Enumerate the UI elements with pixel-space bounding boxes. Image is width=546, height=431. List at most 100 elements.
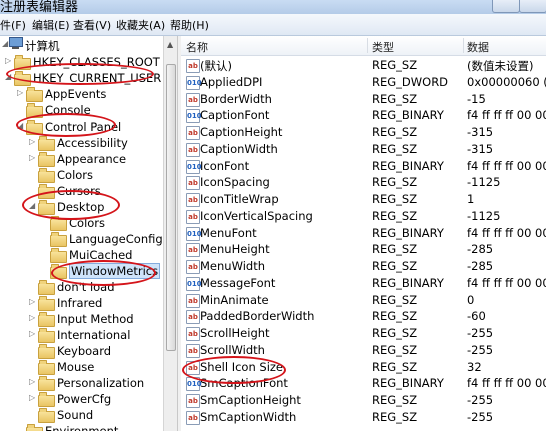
tree-node-input-method[interactable]: ▷ Input Method — [0, 311, 163, 327]
tree-node-infrared[interactable]: ▷ Infrared — [0, 295, 163, 311]
list-item[interactable]: ab ScrollHeight REG_SZ -255 — [181, 325, 546, 342]
folder-icon — [38, 136, 55, 151]
value-name: IconFont — [200, 158, 250, 173]
tree-node-powercfg[interactable]: ▷ PowerCfg — [0, 391, 163, 407]
expand-arrow-icon[interactable]: ▷ — [17, 88, 25, 97]
value-type: REG_SZ — [372, 326, 418, 340]
tree-node-label: Personalization — [57, 376, 145, 390]
folder-icon — [38, 392, 55, 407]
list-item[interactable]: ab (默认) REG_SZ (数值未设置) — [181, 57, 546, 74]
tree-node-sound[interactable]: Sound — [0, 407, 163, 423]
value-type: REG_SZ — [372, 125, 418, 139]
list-item[interactable]: ab PaddedBorderWidth REG_SZ -60 — [181, 308, 546, 325]
string-value-icon: ab — [186, 92, 200, 107]
expand-arrow-icon[interactable]: ▷ — [29, 137, 37, 146]
expand-arrow-icon[interactable]: ▷ — [29, 393, 37, 402]
tree-node-appearance[interactable]: ▷ Appearance — [0, 151, 163, 167]
binary-value-icon: 010 — [186, 276, 202, 291]
expand-arrow-icon[interactable]: ▷ — [29, 329, 37, 338]
list-item[interactable]: 010AppliedDPI REG_DWORD 0x00000060 (96) — [181, 74, 546, 91]
list-item[interactable]: 010MenuFont REG_BINARY f4 ff ff ff 00 00 0 — [181, 225, 546, 242]
value-type: REG_SZ — [372, 242, 418, 257]
menu-favorites[interactable]: 收藏夹(A) — [116, 17, 165, 33]
value-type: REG_SZ — [372, 91, 418, 106]
registry-tree[interactable]: ◢ 计算机 ▷ HKEY_CLASSES_ROOT ◢ HKEY_CURRENT_US… — [0, 36, 163, 431]
tree-node-keyboard[interactable]: Keyboard — [0, 343, 163, 359]
value-data: -315 — [467, 141, 494, 156]
folder-icon — [38, 360, 55, 375]
value-data: -285 — [467, 242, 494, 257]
scrollbar-thumb[interactable] — [166, 64, 176, 351]
list-item[interactable]: ab SmCaptionWidth REG_SZ -255 — [181, 409, 546, 426]
value-type: REG_SZ — [372, 58, 418, 72]
tree-node-mouse[interactable]: Mouse — [0, 359, 163, 375]
list-item[interactable]: 010 MessageFont REG_BINARY f4 ff ff ff 00 0… — [181, 275, 546, 292]
tree-node-colors[interactable]: Colors — [0, 167, 163, 183]
expand-arrow-icon[interactable]: ▷ — [29, 313, 37, 322]
menu-edit[interactable]: 编辑(E) — [32, 17, 70, 33]
string-value-icon: ab — [186, 142, 200, 157]
string-value-icon: ab — [186, 243, 200, 258]
tree-node-label: PowerCfg — [57, 392, 112, 406]
tree-node-computer[interactable]: ◢ 计算机 — [0, 37, 160, 53]
list-item[interactable]: ab IconSpacing REG_SZ -1125 — [181, 174, 546, 191]
menu-view[interactable]: 查看(V) — [73, 17, 111, 33]
string-value-icon: ab — [186, 310, 200, 325]
expand-arrow-icon[interactable]: ▷ — [5, 56, 13, 65]
tree-node-environment[interactable]: Environment — [0, 423, 163, 431]
list-item[interactable]: 010IconFont REG_BINARY f4 ff ff ff 00 00 0 — [181, 158, 546, 175]
list-item[interactable]: ab MenuHeight REG_SZ -285 — [181, 241, 546, 258]
list-item[interactable]: ab IconVerticalSpacing REG_SZ -1125 — [181, 208, 546, 225]
column-header-type[interactable]: 类型 — [372, 39, 394, 55]
value-name: MenuWidth — [200, 259, 265, 273]
string-value-icon: ab — [186, 193, 200, 207]
expand-arrow-icon[interactable]: ▷ — [29, 153, 37, 162]
expand-arrow-icon[interactable]: ▷ — [29, 377, 37, 386]
binary-value-icon: 010 — [186, 226, 202, 241]
string-value-icon: ab — [186, 126, 200, 140]
value-data: -255 — [467, 326, 494, 340]
tree-node-accessibility[interactable]: ▷ Accessibility — [0, 135, 163, 151]
expand-arrow-icon[interactable]: ▷ — [29, 297, 37, 306]
annotation-oval-desktop — [22, 190, 120, 220]
value-type: REG_SZ — [372, 309, 418, 324]
tree-node-international[interactable]: ▷ International — [0, 327, 163, 343]
tree-node-label: Infrared — [57, 296, 103, 310]
value-name: IconSpacing — [200, 175, 270, 190]
list-item[interactable]: ab CaptionWidth REG_SZ -315 — [181, 141, 546, 158]
value-data: 0x00000060 (96) — [467, 74, 546, 89]
menu-file[interactable]: 件(F) — [0, 17, 26, 33]
menu-help[interactable]: 帮助(H) — [170, 17, 209, 33]
list-item[interactable]: ab BorderWidth REG_SZ -15 — [181, 91, 546, 108]
folder-icon — [38, 296, 55, 311]
list-item[interactable]: ab IconTitleWrap REG_SZ 1 — [181, 191, 546, 208]
tree-node-label: Sound — [57, 408, 94, 422]
tree-node-languageconfigu[interactable]: LanguageConfigu — [0, 231, 163, 247]
column-header-name[interactable]: 名称 — [186, 39, 208, 55]
list-item[interactable]: ab CaptionHeight REG_SZ -315 — [181, 124, 546, 141]
menu-bar: 件(F) 编辑(E) 查看(V) 收藏夹(A) 帮助(H) — [0, 14, 546, 36]
folder-icon — [38, 280, 55, 295]
column-header-data[interactable]: 数据 — [467, 39, 489, 55]
tree-node-appevents[interactable]: ▷ AppEvents — [0, 86, 163, 102]
computer-icon — [8, 37, 23, 49]
value-name: IconTitleWrap — [200, 192, 279, 206]
tree-node-label: Input Method — [57, 312, 134, 326]
minimize-button[interactable] — [492, 0, 520, 13]
folder-icon — [38, 168, 55, 183]
value-name: SmCaptionWidth — [200, 409, 297, 424]
list-item[interactable]: ab MinAnimate REG_SZ 0 — [181, 292, 546, 309]
tree-scrollbar[interactable]: ▲ — [163, 36, 177, 431]
folder-icon — [50, 248, 67, 263]
scroll-up-icon[interactable]: ▲ — [167, 40, 173, 49]
list-header: 名称 类型 数据 — [181, 36, 546, 56]
list-item[interactable]: ab SmCaptionHeight REG_SZ -255 — [181, 392, 546, 409]
list-item[interactable]: ab MenuWidth REG_SZ -285 — [181, 258, 546, 275]
value-type: REG_BINARY — [372, 376, 444, 391]
value-type: REG_SZ — [372, 409, 418, 424]
binary-value-icon: 010 — [186, 75, 202, 90]
string-value-icon: ab — [186, 176, 200, 191]
maximize-button[interactable] — [519, 0, 546, 13]
tree-node-personalization[interactable]: ▷ Personalization — [0, 375, 163, 391]
list-item[interactable]: 010 CaptionFont REG_BINARY f4 ff ff ff 00 0… — [181, 107, 546, 124]
